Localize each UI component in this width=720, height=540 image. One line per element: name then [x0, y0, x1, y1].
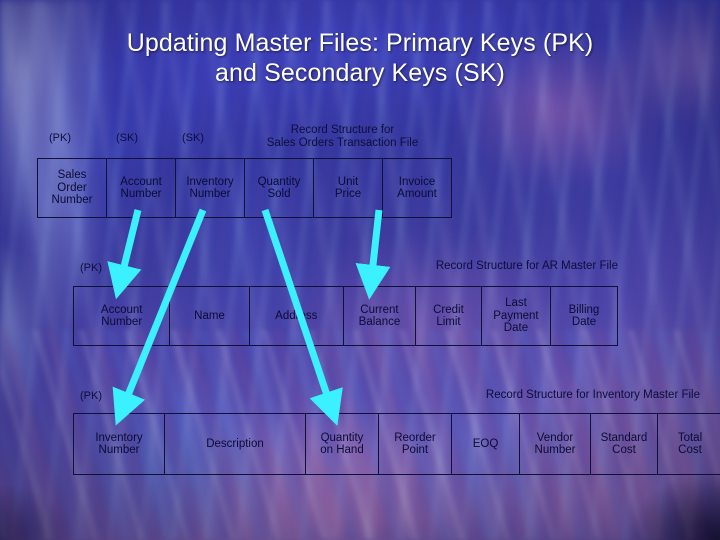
- field-quantity-on-hand: Quantity on Hand: [305, 413, 379, 475]
- caption-ar-master-file: Record Structure for AR Master File: [398, 260, 618, 273]
- table-row: Inventory Number Description Quantity on…: [73, 413, 720, 475]
- field-billing-date: Billing Date: [549, 286, 619, 346]
- caption-line-1: Record Structure for: [290, 124, 395, 136]
- caption-inventory-master-file: Record Structure for Inventory Master Fi…: [440, 389, 700, 402]
- key-label-pk-inventory-number: (PK): [80, 390, 102, 402]
- field-last-payment-date: Last Payment Date: [480, 286, 551, 346]
- caption-sales-orders-transaction-file: Record Structure for Sales Orders Transa…: [255, 124, 430, 150]
- arrow-invoice-amount-to-current-balance: [355, 209, 391, 300]
- key-label-pk-sales-order-number: (PK): [49, 132, 71, 144]
- field-name: Name: [169, 286, 250, 346]
- table-row: Sales Order Number Account Number Invent…: [37, 158, 452, 218]
- arrow-account-number-to-ar-account-number: [107, 209, 142, 300]
- table-sales-orders-transaction-file: Sales Order Number Account Number Invent…: [37, 158, 452, 218]
- key-label-sk-account-number: (SK): [116, 132, 138, 144]
- table-inventory-master-file: Inventory Number Description Quantity on…: [73, 413, 720, 475]
- field-eoq: EOQ: [451, 413, 520, 475]
- record-structure-diagram: (PK) (SK) (SK) Record Structure for Sale…: [0, 0, 720, 540]
- key-label-pk-ar-account-number: (PK): [80, 262, 102, 274]
- field-reorder-point: Reorder Point: [378, 413, 452, 475]
- field-inventory-number: Inventory Number: [73, 413, 165, 475]
- field-description: Description: [164, 413, 306, 475]
- field-current-balance: Current Balance: [342, 286, 416, 346]
- field-account-number: Account Number: [72, 286, 171, 346]
- field-unit-price: Unit Price: [313, 158, 383, 218]
- field-total-cost: Total Cost: [657, 413, 720, 475]
- table-row: Account Number Name Address Current Bala…: [72, 286, 619, 346]
- field-standard-cost: Standard Cost: [590, 413, 658, 475]
- slide: Updating Master Files: Primary Keys (PK)…: [0, 0, 720, 540]
- caption-line-1: Record Structure for Inventory Master Fi…: [485, 389, 700, 401]
- field-sales-order-number: Sales Order Number: [37, 158, 107, 218]
- key-label-sk-inventory-number: (SK): [182, 132, 204, 144]
- field-vendor-number: Vendor Number: [519, 413, 591, 475]
- table-ar-master-file: Account Number Name Address Current Bala…: [72, 286, 619, 346]
- field-address: Address: [248, 286, 344, 346]
- caption-line-1: Record Structure for AR Master File: [435, 260, 618, 272]
- field-invoice-amount: Invoice Amount: [382, 158, 452, 218]
- caption-line-2: Sales Orders Transaction File: [266, 137, 419, 149]
- field-quantity-sold: Quantity Sold: [244, 158, 314, 218]
- field-account-number: Account Number: [106, 158, 176, 218]
- field-inventory-number: Inventory Number: [175, 158, 245, 218]
- field-credit-limit: Credit Limit: [414, 286, 482, 346]
